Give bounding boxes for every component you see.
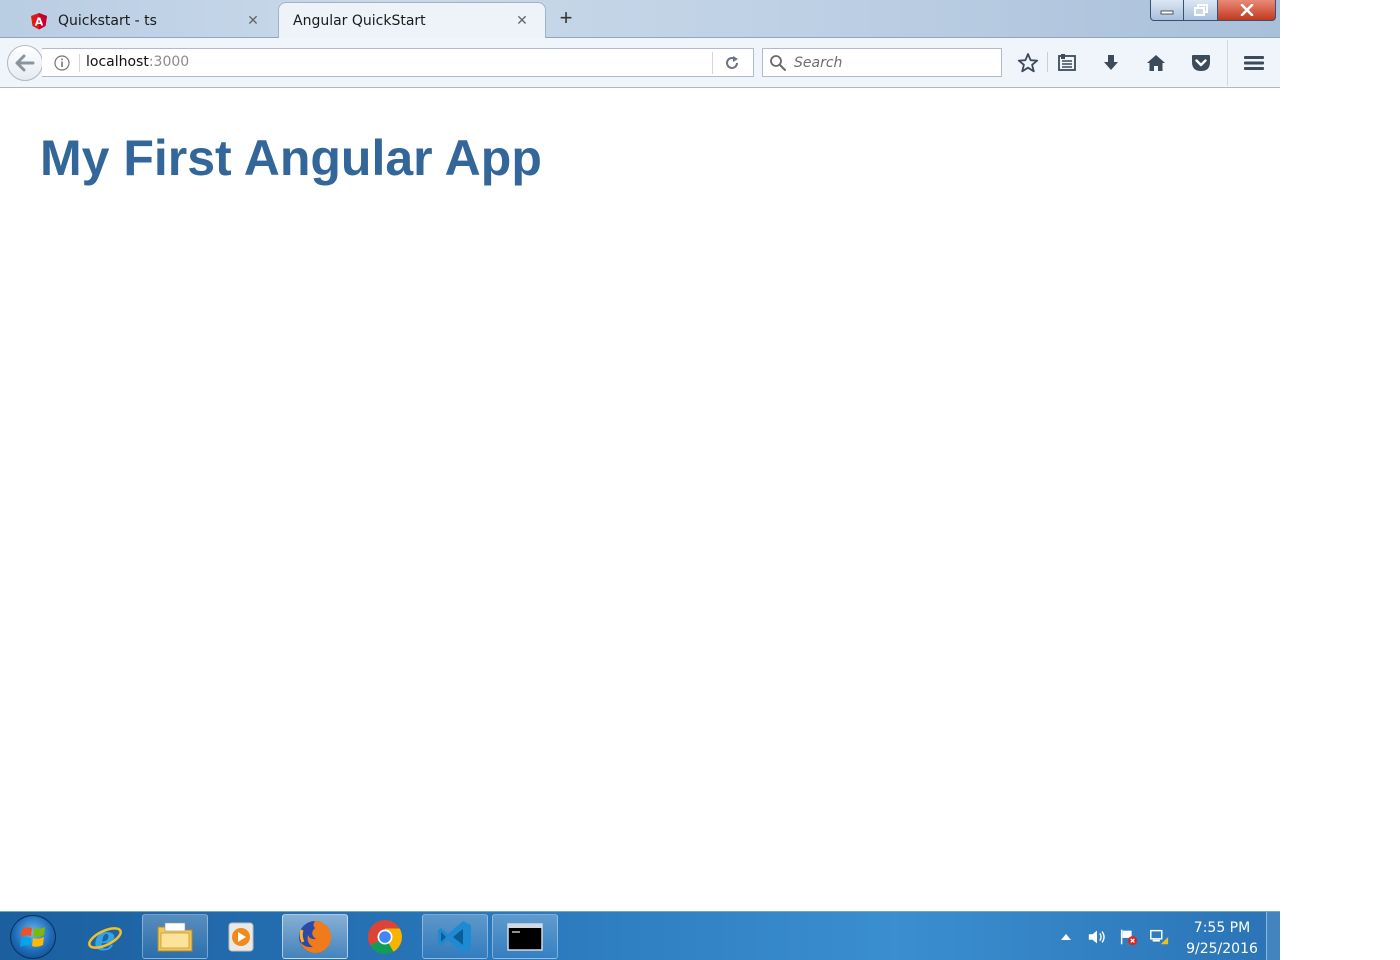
minimize-icon xyxy=(1160,10,1174,15)
url-text[interactable]: localhost:3000 xyxy=(86,54,189,70)
chevron-up-icon xyxy=(1061,934,1071,940)
show-hidden-icons-button[interactable] xyxy=(1056,928,1076,946)
angular-icon: A xyxy=(30,12,48,30)
url-host: localhost xyxy=(86,54,149,70)
window-controls xyxy=(1150,0,1278,22)
taskbar-chrome[interactable] xyxy=(352,914,418,959)
taskbar-media-player[interactable] xyxy=(208,914,274,959)
taskbar-file-explorer[interactable] xyxy=(142,914,208,959)
pocket-icon xyxy=(1192,55,1210,71)
chrome-icon xyxy=(368,919,402,954)
tab-angular-quickstart[interactable]: Angular QuickStart ✕ xyxy=(278,2,546,39)
pocket-button[interactable] xyxy=(1187,50,1215,76)
search-input[interactable] xyxy=(794,53,994,73)
address-bar[interactable]: localhost:3000 xyxy=(42,48,754,77)
reload-divider xyxy=(712,52,713,74)
volume-icon[interactable] xyxy=(1087,928,1107,946)
url-divider xyxy=(79,54,80,72)
back-arrow-icon xyxy=(15,54,35,72)
taskbar-firefox[interactable] xyxy=(282,914,348,959)
visual-studio-code-icon xyxy=(438,920,471,953)
tab-label: Angular QuickStart xyxy=(293,13,426,29)
home-button[interactable] xyxy=(1142,50,1170,76)
bookmark-star-button[interactable] xyxy=(1014,50,1042,76)
star-icon xyxy=(1017,53,1039,73)
bookmarks-list-icon xyxy=(1058,54,1076,71)
action-center-flag-icon[interactable] xyxy=(1118,928,1138,946)
reload-button[interactable] xyxy=(720,53,744,73)
download-arrow-icon xyxy=(1104,55,1118,70)
info-icon[interactable] xyxy=(54,55,70,71)
desktop-screen: A Quickstart - ts ✕ Angular QuickStart ✕… xyxy=(0,0,1400,960)
hamburger-menu-icon xyxy=(1244,56,1264,70)
close-tab-icon[interactable]: ✕ xyxy=(242,13,264,29)
tab-quickstart-ts[interactable]: A Quickstart - ts ✕ xyxy=(18,3,276,38)
start-button[interactable] xyxy=(10,915,56,959)
internet-explorer-icon: e xyxy=(88,919,122,956)
reload-icon xyxy=(726,56,738,69)
windows-logo-icon xyxy=(20,927,45,947)
firefox-icon xyxy=(299,920,332,953)
new-tab-button[interactable]: + xyxy=(554,7,578,31)
tab-label: Quickstart - ts xyxy=(58,12,157,29)
clock-time: 7:55 PM xyxy=(1193,920,1251,936)
close-icon xyxy=(1240,4,1253,16)
browser-title-bar: A Quickstart - ts ✕ Angular QuickStart ✕… xyxy=(0,0,1280,39)
svg-text:e: e xyxy=(94,919,116,956)
close-tab-icon[interactable]: ✕ xyxy=(511,13,533,29)
navigation-toolbar: localhost:3000 xyxy=(0,38,1280,88)
command-prompt-icon xyxy=(507,922,543,951)
downloads-button[interactable] xyxy=(1097,50,1125,76)
page-title: My First Angular App xyxy=(40,130,542,186)
taskbar-internet-explorer[interactable]: e xyxy=(72,914,138,959)
toolbar-divider xyxy=(1047,52,1048,72)
network-icon[interactable] xyxy=(1149,928,1169,946)
close-window-button[interactable] xyxy=(1218,0,1276,21)
show-desktop-button[interactable] xyxy=(1266,912,1280,960)
search-icon xyxy=(769,54,787,77)
home-icon xyxy=(1147,55,1165,71)
toolbar-divider xyxy=(1227,40,1228,86)
taskbar-visual-studio-code[interactable] xyxy=(422,914,488,959)
taskbar-clock[interactable]: 7:55 PM 9/25/2016 xyxy=(1180,918,1264,960)
media-player-icon xyxy=(228,922,254,951)
restore-button[interactable] xyxy=(1184,0,1218,21)
bookmarks-menu-button[interactable] xyxy=(1053,50,1081,76)
desktop-background xyxy=(1280,0,1400,960)
search-bar[interactable] xyxy=(762,48,1002,77)
svg-text:A: A xyxy=(35,15,44,28)
back-button[interactable] xyxy=(7,45,43,81)
url-port: :3000 xyxy=(148,54,190,70)
minimize-button[interactable] xyxy=(1150,0,1184,21)
clock-date: 9/25/2016 xyxy=(1186,941,1258,957)
restore-icon xyxy=(1193,4,1208,16)
taskbar-command-prompt[interactable] xyxy=(492,914,558,959)
file-explorer-icon xyxy=(157,922,193,951)
page-content: My First Angular App xyxy=(0,89,1280,911)
taskbar: e 7:55 PM 9/25/2016 xyxy=(0,911,1280,960)
open-menu-button[interactable] xyxy=(1240,50,1268,76)
